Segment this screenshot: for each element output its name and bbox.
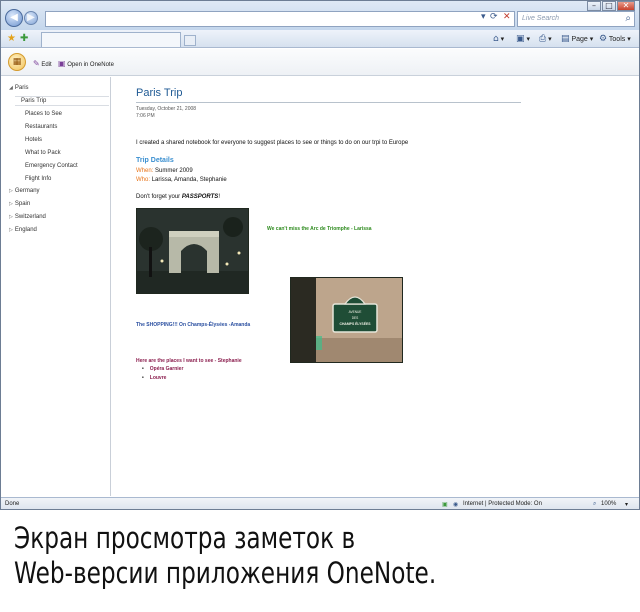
when-line: When: Summer 2009 [136,168,193,174]
places-heading: Here are the places I want to see - Step… [136,358,242,364]
who-label: Who: [136,177,151,183]
shopping-caption: The SHOPPING!!! On Champs-Élysées -Amand… [136,322,251,328]
gear-icon: ⚙ [599,34,608,44]
intro-text: I created a shared notebook for everyone… [136,140,409,146]
nav-section-england[interactable]: ▷ England [9,227,37,233]
passport-reminder: Don't forget your PASSPORTS! [136,194,220,200]
url-dropdown-icon[interactable]: ▾ [481,12,486,22]
page-time: 7:06 PM [136,113,155,119]
navigation-pane: ◢ Paris Paris Trip Places to See Restaura… [1,77,111,496]
status-bar: Done ▣ ◉ Internet | Protected Mode: On ⌕… [1,497,639,509]
places-list: • Opéra Garnier • Louvre [142,366,183,384]
new-tab-button[interactable] [184,35,196,46]
arc-de-triomphe-photo [136,208,249,294]
forward-button[interactable]: ▶ [24,11,38,25]
stop-icon[interactable]: ✕ [503,12,511,22]
close-button[interactable]: ✕ [617,1,635,11]
zoom-level[interactable]: 100% [601,501,616,507]
onenote-toolbar: ▦ ✎ Edit ▣ Open in OneNote [1,49,639,76]
minimize-button[interactable]: – [587,1,601,11]
globe-icon: ◉ [453,502,459,508]
expand-triangle-icon: ▷ [9,201,13,207]
refresh-icon[interactable]: ⟳ [490,12,498,22]
expand-triangle-icon: ▷ [9,227,13,233]
title-divider [136,102,521,103]
edit-icon: ✎ [33,59,40,68]
bullet-icon: • [142,375,144,381]
who-value: Larissa, Amanda, Stephanie [151,177,227,183]
arc-de-triomphe-drawing [137,209,248,293]
feeds-icon[interactable]: ▣ ▾ [516,34,530,44]
expand-triangle-icon: ▷ [9,188,13,194]
page-icon: ▤ [561,34,570,44]
notebook-paris[interactable]: ◢ Paris [9,85,29,91]
onenote-icon: ▣ [58,59,66,68]
champs-elysees-sign-photo: AVENUE DES CHAMPS ÉLYSÉES [290,277,403,363]
onenote-menu-button[interactable]: ▦ [8,53,26,71]
page-title: Paris Trip [136,87,183,99]
list-item: • Opéra Garnier [142,366,184,372]
sign-text-line1: AVENUE [349,310,362,314]
page-content: Paris Trip Tuesday, October 21, 2008 7:0… [112,77,639,496]
security-zone[interactable]: Internet | Protected Mode: On [463,501,542,507]
forward-arrow-icon: ▶ [27,12,35,23]
open-in-onenote-button[interactable]: ▣ Open in OneNote [58,59,114,68]
when-value: Summer 2009 [155,168,193,174]
nav-page-what-to-pack[interactable]: What to Pack [25,150,61,156]
search-icon[interactable]: ⌕ [625,13,631,24]
zoom-dropdown-icon[interactable]: ▾ [625,501,628,508]
sign-text-line2: DES [352,316,359,320]
nav-page-restaurants[interactable]: Restaurants [25,124,57,130]
page-menu[interactable]: ▤ Page ▾ [561,34,593,44]
when-label: When: [136,168,154,174]
arc-caption: We can't miss the Arc de Triomphe - Lari… [267,226,372,232]
page-date: Tuesday, October 21, 2008 [136,106,197,112]
back-arrow-icon: ◀ [10,12,18,23]
nav-page-emergency-contact[interactable]: Emergency Contact [25,163,78,169]
nav-section-spain[interactable]: ▷ Spain [9,201,30,207]
print-icon[interactable]: ⎙ ▾ [539,34,552,44]
nav-page-paris-trip[interactable]: Paris Trip [15,96,109,106]
status-text: Done [5,501,20,507]
browser-tab[interactable] [41,32,196,47]
who-line: Who: Larissa, Amanda, Stephanie [136,177,227,183]
caption-line2: Web-версии приложения OneNote. [14,556,437,590]
address-bar: – □ ✕ ◀ ▶ ▾ ⟳ ✕ Live Search ⌕ [1,1,639,30]
nav-section-switzerland[interactable]: ▷ Switzerland [9,214,46,220]
caption-line1: Экран просмотра заметок в [14,521,356,555]
trip-details-heading: Trip Details [136,157,174,164]
edit-button[interactable]: ✎ Edit [33,59,52,68]
maximize-button[interactable]: □ [602,1,616,11]
collapse-triangle-icon: ◢ [9,85,13,91]
notebook-icon: ▦ [12,57,22,67]
url-field[interactable] [45,11,515,27]
add-favorites-icon[interactable]: ✚ [20,33,28,44]
nav-page-flight-info[interactable]: Flight Info [25,176,51,182]
back-button[interactable]: ◀ [5,9,23,27]
nav-section-germany[interactable]: ▷ Germany [9,188,40,194]
home-icon[interactable]: ⌂ ▾ [493,34,504,44]
search-placeholder: Live Search [522,15,559,22]
command-bar: ★ ✚ ⌂ ▾ ▣ ▾ ⎙ ▾ ▤ Page ▾ ⚙ Tools ▾ [1,30,639,48]
tools-menu[interactable]: ⚙ Tools ▾ [599,34,631,44]
sign-text-line3: CHAMPS ÉLYSÉES [340,321,372,326]
security-icon: ▣ [442,502,448,508]
window-controls: – □ ✕ [587,1,635,11]
figure-caption: Экран просмотра заметок в Web-версии при… [14,521,510,591]
nav-page-hotels[interactable]: Hotels [25,137,42,143]
browser-window: – □ ✕ ◀ ▶ ▾ ⟳ ✕ Live Search ⌕ ★ ✚ ⌂ ▾ ▣ … [0,0,640,510]
nav-page-places-to-see[interactable]: Places to See [25,111,62,117]
expand-triangle-icon: ▷ [9,214,13,220]
street-sign-drawing: AVENUE DES CHAMPS ÉLYSÉES [291,278,402,362]
favorites-star-icon[interactable]: ★ [7,33,16,44]
search-input[interactable]: Live Search ⌕ [517,11,635,27]
zoom-icon: ⌕ [593,501,597,507]
bullet-icon: • [142,366,144,372]
list-item: • Louvre [142,375,167,381]
